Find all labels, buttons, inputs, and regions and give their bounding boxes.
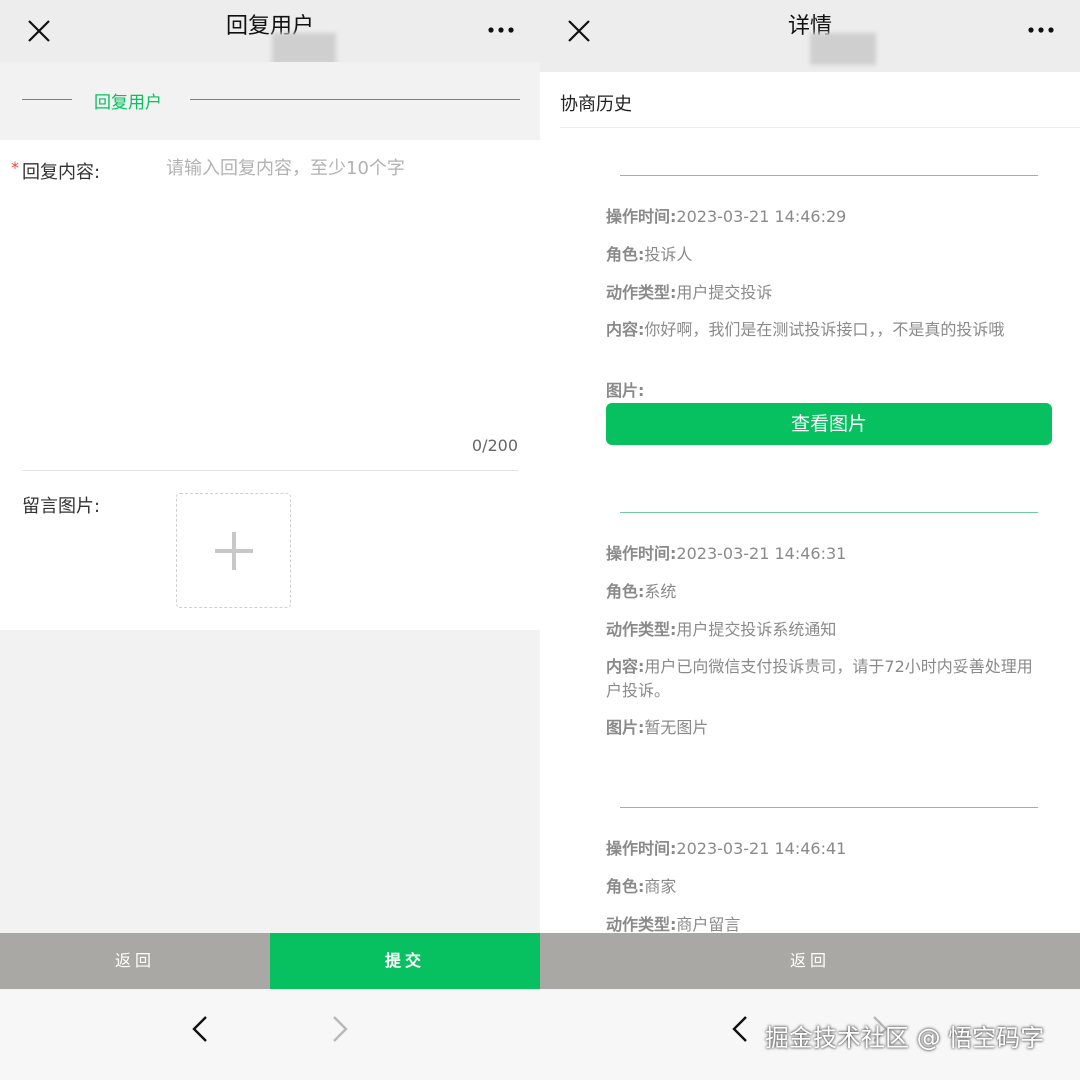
section-title: 回复用户 [94, 93, 162, 113]
role-value: 系统 [644, 582, 677, 601]
record-role: 角色:系统 [606, 580, 1046, 604]
content-label: 内容: [606, 657, 645, 676]
record-divider [620, 175, 1038, 176]
required-mark: * [11, 158, 19, 177]
history-title: 协商历史 [560, 94, 632, 115]
detail-screen: 详情 协商历史 操作时间:2023-03-21 14:46:29 角色:投诉人 … [540, 0, 1080, 1080]
blurred-subtitle [810, 33, 876, 65]
form-divider [22, 470, 518, 471]
divider-line [22, 99, 72, 100]
record-role: 角色:投诉人 [606, 243, 1046, 267]
content-label-text: 回复内容: [22, 162, 101, 183]
role-label: 角色: [606, 582, 645, 601]
type-label: 动作类型: [606, 915, 677, 933]
content-value: 你好啊，我们是在测试投诉接口，，不是真的投诉哦 [644, 320, 1005, 339]
reply-user-screen: 回复用户 回复用户 * 回复内容: 0/200 留言图片: 返回 提交 [0, 0, 540, 1080]
char-counter: 0/200 [471, 436, 518, 455]
page-title: 回复用户 [225, 14, 314, 39]
record-image: 图片: [606, 379, 1046, 403]
record-role: 角色:商家 [606, 875, 1046, 899]
time-label: 操作时间: [606, 839, 677, 858]
add-image-button[interactable] [176, 493, 291, 608]
reply-content-input[interactable] [166, 154, 516, 424]
back-button[interactable]: 返回 [0, 933, 270, 989]
submit-button[interactable]: 提交 [270, 933, 540, 989]
watermark: 掘金技术社区 @ 悟空码字 [765, 1024, 1045, 1052]
more-icon[interactable] [486, 20, 516, 40]
reply-form: * 回复内容: 0/200 留言图片: [0, 140, 540, 630]
image-label: 图片: [606, 381, 645, 400]
nav-bar: 回复用户 [0, 0, 540, 65]
type-value: 商户留言 [676, 915, 741, 933]
role-label: 角色: [606, 245, 645, 264]
browser-nav [0, 990, 540, 1080]
time-label: 操作时间: [606, 207, 677, 226]
type-value: 用户提交投诉 [676, 283, 773, 302]
time-value: 2023-03-21 14:46:29 [676, 207, 847, 226]
plus-icon [232, 532, 236, 570]
view-image-button[interactable]: 查看图片 [606, 403, 1052, 445]
record-type: 动作类型:商户留言 [606, 913, 1046, 933]
time-value: 2023-03-21 14:46:41 [676, 839, 847, 858]
role-label: 角色: [606, 877, 645, 896]
record-content: 内容:用户已向微信支付投诉贵司，请于72小时内妥善处理用户投诉。 [606, 655, 1046, 703]
image-label: 图片: [606, 718, 645, 737]
more-icon[interactable] [1026, 20, 1056, 40]
history-divider [560, 127, 1080, 128]
role-value: 商家 [644, 877, 677, 896]
type-label: 动作类型: [606, 620, 677, 639]
type-label: 动作类型: [606, 283, 677, 302]
record-time: 操作时间:2023-03-21 14:46:41 [606, 837, 1046, 861]
image-label: 留言图片: [22, 496, 101, 517]
action-bar: 返回 提交 [0, 933, 540, 989]
divider-line [190, 99, 520, 100]
content-label: 内容: [606, 320, 645, 339]
back-arrow-icon[interactable] [728, 1012, 752, 1046]
negotiation-history: 协商历史 操作时间:2023-03-21 14:46:29 角色:投诉人 动作类… [540, 72, 1080, 933]
record-time: 操作时间:2023-03-21 14:46:29 [606, 205, 1046, 229]
blurred-subtitle [272, 33, 336, 65]
record-content: 内容:你好啊，我们是在测试投诉接口，，不是真的投诉哦 [606, 318, 1046, 342]
record-image: 图片:暂无图片 [606, 716, 1046, 740]
content-value: 用户已向微信支付投诉贵司，请于72小时内妥善处理用户投诉。 [606, 657, 1033, 700]
forward-arrow-icon[interactable] [328, 1012, 352, 1046]
time-label: 操作时间: [606, 544, 677, 563]
section-header: 回复用户 [0, 62, 540, 140]
record-type: 动作类型:用户提交投诉 [606, 281, 1046, 305]
back-button[interactable]: 返回 [540, 933, 1080, 989]
back-arrow-icon[interactable] [188, 1012, 212, 1046]
nav-bar: 详情 [540, 0, 1080, 72]
time-value: 2023-03-21 14:46:31 [676, 544, 847, 563]
record-time: 操作时间:2023-03-21 14:46:31 [606, 542, 1046, 566]
role-value: 投诉人 [644, 245, 693, 264]
action-bar: 返回 [540, 933, 1080, 989]
record-divider [620, 807, 1038, 808]
image-value: 暂无图片 [644, 718, 709, 737]
record-divider [620, 512, 1038, 513]
content-label: * 回复内容: [11, 158, 101, 184]
type-value: 用户提交投诉系统通知 [676, 620, 837, 639]
record-type: 动作类型:用户提交投诉系统通知 [606, 618, 1046, 642]
